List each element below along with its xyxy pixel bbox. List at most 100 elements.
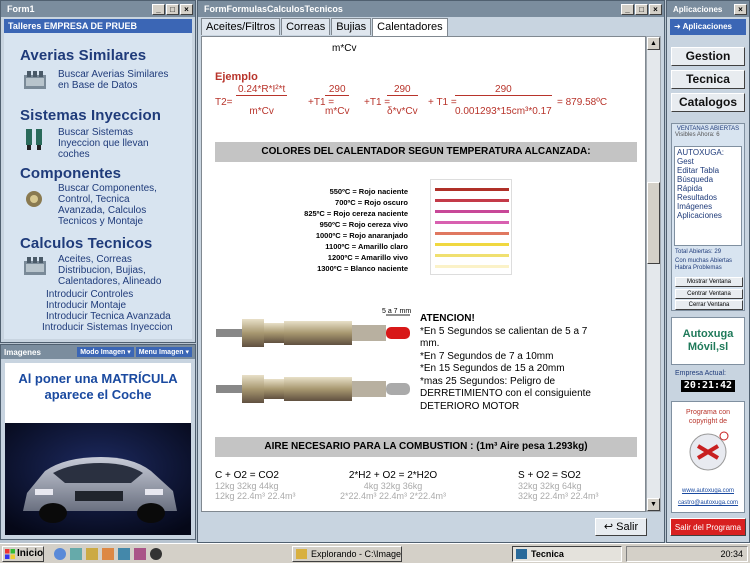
fraction-4: 290 0.001293*15cm³*0.17 — [455, 84, 552, 117]
formulas-titlebar[interactable]: FormFormulasCalculosTecnicos _ □ × — [198, 1, 664, 17]
gestion-button[interactable]: Gestion — [671, 47, 745, 66]
minimize-icon[interactable]: _ — [152, 3, 165, 15]
media-icon[interactable] — [134, 548, 146, 560]
quick-launch — [54, 548, 174, 560]
color-stripe — [435, 232, 509, 235]
section-componentes[interactable]: Componentes Buscar Componentes, Control,… — [4, 165, 192, 227]
section-title-inyeccion[interactable]: Sistemas Inyeccion — [4, 107, 192, 124]
window-item[interactable]: Imágenes — [677, 202, 739, 211]
open-windows-list[interactable]: AUTOXUGA: Gest Editar Tabla Búsqueda Ráp… — [674, 146, 742, 246]
fraction-1: 0.24*R*I²*t m*Cv — [236, 84, 288, 117]
tab-calentadores[interactable]: Calentadores — [372, 18, 448, 36]
task-explorando[interactable]: Explorando - C:\Imagen... — [292, 546, 402, 562]
copyright-line-1: Programa con — [686, 409, 730, 416]
color-stripe — [435, 265, 509, 268]
window-item[interactable]: AUTOXUGA: Gest — [677, 148, 739, 166]
modo-imagen-dropdown[interactable]: Modo Imagen ▾ — [77, 347, 134, 357]
aplicaciones-window: Aplicaciones × ➜ Aplicaciones Gestion Te… — [666, 0, 750, 543]
link-controles[interactable]: Introducir Controles — [42, 289, 173, 300]
section-averias[interactable]: Averias Similares Buscar Averias Similar… — [4, 47, 192, 91]
color-stripe — [435, 199, 509, 202]
outlook-icon[interactable] — [86, 548, 98, 560]
start-label: Inicio — [17, 548, 44, 559]
intro-links: Introducir Controles Introducir Montaje … — [42, 289, 173, 333]
window-item[interactable]: Editar Tabla — [677, 166, 739, 175]
combustion-s: S + O2 = SO2 32kg 32kg 64kg 32kg 22.4m³ … — [518, 470, 599, 501]
tray-clock[interactable]: 20:34 — [720, 549, 743, 559]
car-image — [5, 423, 191, 535]
taskbar: Inicio Explorando - C:\Imagen... Tecnica… — [0, 543, 750, 563]
ie-icon[interactable] — [54, 548, 66, 560]
inyeccion-desc-2: Inyeccion que llevan — [58, 138, 149, 149]
section-calculos[interactable]: Calculos Tecnicos Aceites, Correas Distr… — [4, 235, 192, 287]
section-title-averias[interactable]: Averias Similares — [4, 47, 192, 64]
form1-titlebar[interactable]: Form1 _ □ × — [1, 1, 195, 17]
temp-1100: 1100ºC = Amarillo claro — [325, 242, 408, 251]
imagenes-window: Imagenes Modo Imagen ▾ Menu Imagen ▾ Al … — [0, 344, 196, 540]
section-title-calculos[interactable]: Calculos Tecnicos — [4, 235, 192, 252]
s-equation: S + O2 = SO2 — [518, 470, 581, 481]
app-icon[interactable] — [118, 548, 130, 560]
formula-result: = 879.58ºC — [557, 97, 608, 108]
tecnica-button[interactable]: Tecnica — [671, 70, 745, 89]
close-icon[interactable]: × — [734, 3, 747, 15]
temp-1300: 1300ºC = Blanco naciente — [317, 264, 408, 273]
menu-imagen-dropdown[interactable]: Menu Imagen ▾ — [135, 347, 192, 357]
atencion-title: ATENCION! — [420, 313, 475, 324]
formulas-bottom-bar: ↩ Salir — [201, 514, 661, 540]
ball-icon[interactable] — [150, 548, 162, 560]
mostrar-ventana-button[interactable]: Mostrar Ventana — [675, 277, 743, 287]
folder-icon[interactable] — [102, 548, 114, 560]
atencion-line-6: DERRETIMIENTO con el consiguiente — [420, 388, 591, 399]
start-button[interactable]: Inicio — [2, 546, 44, 562]
close-icon[interactable]: × — [180, 3, 193, 15]
temp-825: 825ºC = Rojo cereza naciente — [304, 209, 408, 218]
h-kg: 4kg 32kg 36kg — [363, 481, 423, 491]
window-item[interactable]: Búsqueda Rápida — [677, 175, 739, 193]
url-link-1[interactable]: www.autoxuga.com — [672, 488, 744, 494]
centrar-ventana-button[interactable]: Centrar Ventana — [675, 289, 743, 299]
s-m3: 32kg 22.4m³ 22.4m³ — [518, 491, 599, 501]
salir-programa-button[interactable]: Salir del Programa — [670, 518, 746, 536]
url-link-2[interactable]: castro@autoxuga.com — [672, 500, 744, 506]
aplicaciones-titlebar[interactable]: Aplicaciones × — [667, 1, 749, 17]
link-sistemas-inyeccion[interactable]: Introducir Sistemas Inyeccion — [42, 322, 173, 333]
task-tecnica[interactable]: Tecnica — [512, 546, 622, 562]
section-inyeccion[interactable]: Sistemas Inyeccion Buscar Sistemas Inyec… — [4, 107, 192, 160]
desktop-icon[interactable] — [70, 548, 82, 560]
close-icon[interactable]: × — [649, 3, 662, 15]
combustion-c: C + O2 = CO2 12kg 32kg 44kg 12kg 22.4m³ … — [215, 470, 296, 501]
tab-aceites-filtros[interactable]: Aceites/Filtros — [201, 18, 281, 35]
temp-950: 950ºC = Rojo cereza vivo — [319, 220, 408, 229]
imagenes-titlebar[interactable]: Imagenes Modo Imagen ▾ Menu Imagen ▾ — [1, 345, 195, 359]
fraction-2: 290 m*Cv — [325, 84, 350, 117]
maximize-icon[interactable]: □ — [635, 3, 648, 15]
c-equation: C + O2 = CO2 — [215, 470, 279, 481]
color-stripe — [435, 210, 509, 213]
clock-display: 20:21:42 — [681, 380, 735, 392]
aplicaciones-button[interactable]: ➜ Aplicaciones — [670, 19, 746, 35]
catalogos-button[interactable]: Catalogos — [671, 93, 745, 112]
scroll-thumb[interactable] — [647, 182, 660, 264]
scroll-down-icon[interactable]: ▼ — [647, 498, 660, 511]
window-item[interactable]: Aplicaciones — [677, 211, 739, 220]
section-title-componentes[interactable]: Componentes — [4, 165, 192, 182]
window-item[interactable]: Resultados — [677, 193, 739, 202]
cerrar-ventana-button[interactable]: Cerrar Ventana — [675, 300, 743, 310]
c-kg: 12kg 32kg 44kg — [215, 481, 279, 491]
component-icon — [26, 191, 42, 207]
tab-bujias[interactable]: Bujias — [331, 18, 372, 35]
link-montaje[interactable]: Introducir Montaje — [42, 300, 173, 311]
matricula-caption: Al poner una MATRÍCULA aparece el Coche — [5, 363, 191, 423]
formulas-title: FormFormulasCalculosTecnicos — [204, 4, 343, 14]
salir-button[interactable]: ↩ Salir — [595, 518, 647, 536]
link-tecnica-avanzada[interactable]: Introducir Tecnica Avanzada — [42, 311, 173, 322]
top-formula: m*Cv — [332, 43, 357, 54]
tab-correas[interactable]: Correas — [281, 18, 331, 35]
scroll-up-icon[interactable]: ▲ — [647, 37, 660, 50]
app-icon — [516, 549, 527, 559]
page-scrollbar[interactable]: ▲ ▼ — [646, 36, 661, 512]
minimize-icon[interactable]: _ — [621, 3, 634, 15]
t2-label: T2= — [215, 97, 233, 108]
maximize-icon[interactable]: □ — [166, 3, 179, 15]
